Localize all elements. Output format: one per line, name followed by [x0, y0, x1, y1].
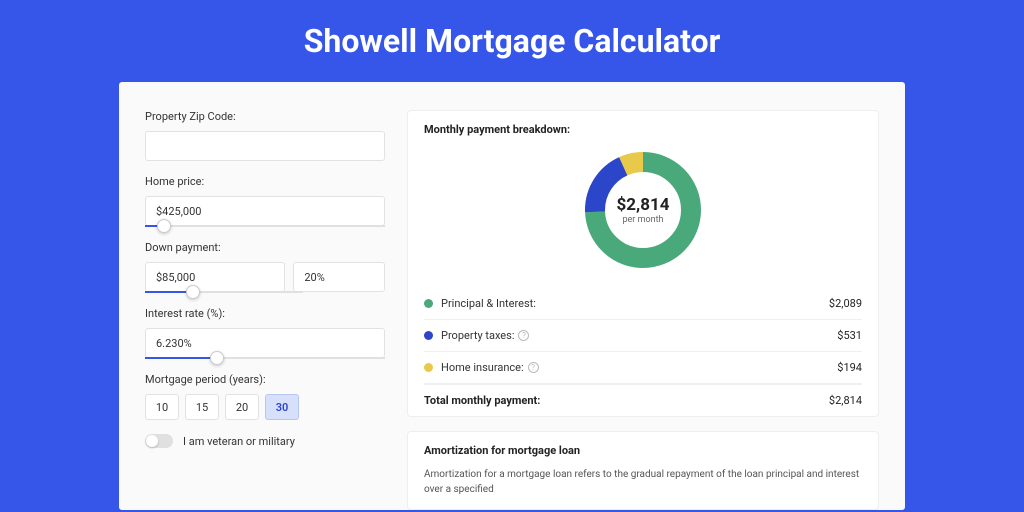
- period-btn-10[interactable]: 10: [145, 394, 179, 420]
- donut-center: $2,814 per month: [581, 148, 705, 272]
- period-group: Mortgage period (years): 10 15 20 30: [145, 373, 385, 420]
- amortization-title: Amortization for mortgage loan: [424, 444, 862, 457]
- down-payment-group: Down payment: $85,000 20%: [145, 241, 385, 293]
- slider-thumb-icon[interactable]: [157, 219, 171, 233]
- down-payment-slider[interactable]: [145, 291, 303, 293]
- help-icon[interactable]: ?: [528, 362, 539, 373]
- veteran-label: I am veteran or military: [183, 435, 295, 448]
- line-item-principal: Principal & Interest: $2,089: [424, 288, 862, 320]
- veteran-row: I am veteran or military: [145, 434, 385, 448]
- period-btn-20[interactable]: 20: [225, 394, 259, 420]
- line-item-insurance: Home insurance: ? $194: [424, 352, 862, 384]
- veteran-toggle[interactable]: [145, 434, 173, 448]
- right-column: Monthly payment breakdown: $2,814 per: [407, 110, 879, 510]
- page-title: Showell Mortgage Calculator: [0, 22, 1024, 60]
- form-panel: Property Zip Code: Home price: $425,000 …: [145, 110, 385, 510]
- total-row: Total monthly payment: $2,814: [424, 384, 862, 416]
- interest-group: Interest rate (%): 6.230%: [145, 307, 385, 359]
- slider-thumb-icon[interactable]: [186, 285, 200, 299]
- breakdown-title: Monthly payment breakdown:: [424, 123, 862, 136]
- line-label: Principal & Interest:: [441, 297, 829, 310]
- period-btn-30[interactable]: 30: [265, 394, 299, 420]
- amortization-body: Amortization for a mortgage loan refers …: [424, 467, 862, 497]
- line-item-taxes: Property taxes: ? $531: [424, 320, 862, 352]
- dot-icon: [424, 331, 433, 340]
- zip-group: Property Zip Code:: [145, 110, 385, 161]
- home-price-group: Home price: $425,000: [145, 175, 385, 227]
- donut-sub: per month: [622, 215, 663, 225]
- interest-label: Interest rate (%):: [145, 307, 385, 320]
- home-price-label: Home price:: [145, 175, 385, 188]
- period-btn-15[interactable]: 15: [185, 394, 219, 420]
- total-value: $2,814: [829, 394, 862, 407]
- amortization-panel: Amortization for mortgage loan Amortizat…: [407, 431, 879, 510]
- line-value: $2,089: [829, 297, 862, 310]
- donut-amount: $2,814: [617, 195, 670, 215]
- line-label: Property taxes: ?: [441, 329, 837, 342]
- toggle-knob-icon: [146, 435, 158, 447]
- interest-input[interactable]: 6.230%: [145, 328, 385, 358]
- breakdown-panel: Monthly payment breakdown: $2,814 per: [407, 110, 879, 417]
- donut-chart: $2,814 per month: [581, 148, 705, 272]
- help-icon[interactable]: ?: [518, 330, 529, 341]
- line-label-text: Property taxes:: [441, 329, 514, 342]
- line-label-text: Principal & Interest:: [441, 297, 536, 310]
- down-payment-input[interactable]: $85,000: [145, 262, 285, 292]
- zip-input[interactable]: [145, 131, 385, 161]
- zip-label: Property Zip Code:: [145, 110, 385, 123]
- line-label-text: Home insurance:: [441, 361, 524, 374]
- dot-icon: [424, 363, 433, 372]
- total-label: Total monthly payment:: [424, 394, 829, 407]
- donut-wrap: $2,814 per month: [424, 148, 862, 272]
- line-label: Home insurance: ?: [441, 361, 837, 374]
- line-value: $194: [837, 361, 862, 374]
- home-price-input[interactable]: $425,000: [145, 196, 385, 226]
- period-label: Mortgage period (years):: [145, 373, 385, 386]
- line-value: $531: [837, 329, 862, 342]
- down-payment-label: Down payment:: [145, 241, 385, 254]
- calculator-card: Property Zip Code: Home price: $425,000 …: [119, 82, 905, 510]
- slider-thumb-icon[interactable]: [210, 351, 224, 365]
- down-payment-pct-input[interactable]: 20%: [293, 262, 385, 292]
- interest-slider[interactable]: [145, 357, 385, 359]
- dot-icon: [424, 299, 433, 308]
- home-price-slider[interactable]: [145, 225, 385, 227]
- period-buttons: 10 15 20 30: [145, 394, 385, 420]
